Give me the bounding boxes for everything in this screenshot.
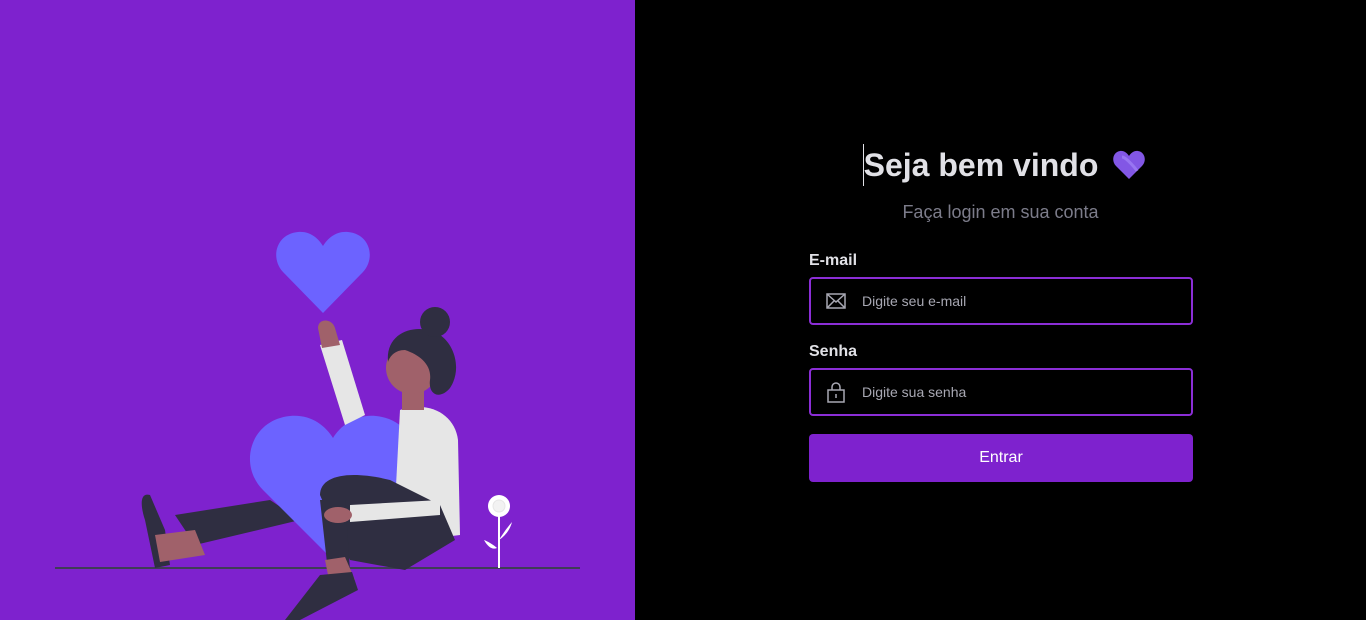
login-panel: Seja bem vindo Faça login em sua conta E… bbox=[635, 0, 1366, 620]
login-form: E-mail Senha bbox=[809, 252, 1193, 482]
mail-icon bbox=[825, 290, 847, 312]
woman-with-hearts-illustration bbox=[55, 231, 580, 620]
page-subtitle: Faça login em sua conta bbox=[902, 202, 1099, 222]
email-label: E-mail bbox=[809, 252, 858, 269]
password-input[interactable] bbox=[860, 383, 1164, 401]
submit-button[interactable]: Entrar bbox=[809, 434, 1193, 482]
lock-icon bbox=[825, 381, 847, 403]
email-field-wrapper bbox=[809, 277, 1193, 325]
email-input[interactable] bbox=[860, 292, 1164, 310]
password-field-wrapper bbox=[809, 368, 1193, 416]
login-page: Seja bem vindo Faça login em sua conta E… bbox=[0, 0, 1366, 620]
page-title: Seja bem vindo bbox=[862, 144, 1098, 186]
illustration-panel bbox=[0, 0, 635, 620]
password-label: Senha bbox=[809, 343, 858, 360]
heart-icon bbox=[1113, 150, 1146, 179]
title-row: Seja bem vindo bbox=[635, 144, 1366, 186]
